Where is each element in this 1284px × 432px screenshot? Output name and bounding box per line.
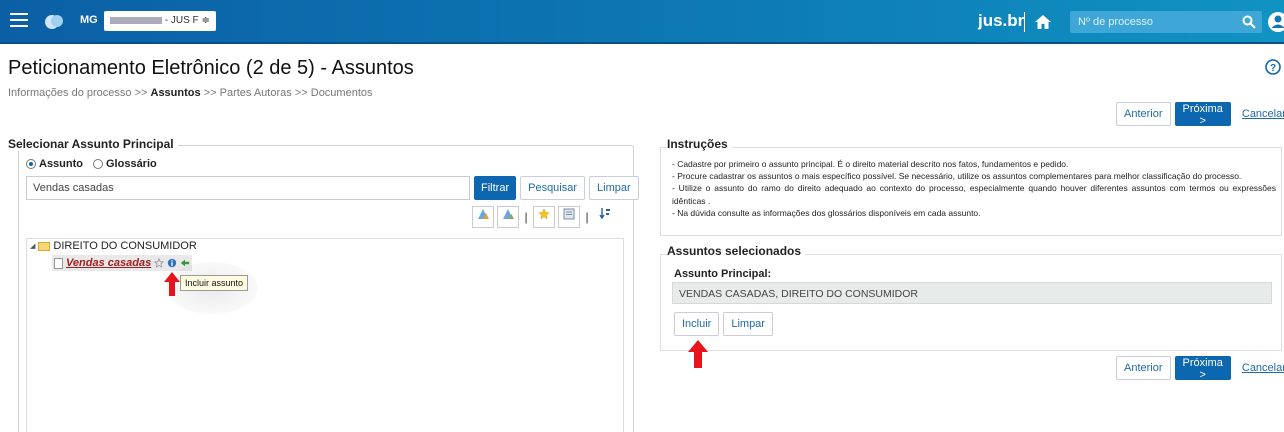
organization-select[interactable]: - JUS F ≑	[104, 11, 216, 31]
svg-text:?: ?	[1270, 63, 1276, 74]
state-label: MG	[80, 14, 98, 26]
tree-node-root[interactable]: ◢ DIREITO DO CONSUMIDOR	[30, 240, 197, 252]
page-title: Peticionamento Eletrônico (2 de 5) - Ass…	[8, 57, 414, 79]
redacted-text	[110, 16, 162, 24]
instruction-line: - Na dúvida consulte as informações dos …	[672, 207, 981, 218]
process-search	[1070, 11, 1262, 33]
selected-subjects-title: Assuntos selecionados	[667, 244, 806, 258]
breadcrumb: Informações do processo >> Assuntos >> P…	[8, 87, 373, 99]
favorites-icon[interactable]	[533, 206, 555, 228]
selected-subject-buttons: Incluir Limpar	[674, 312, 773, 336]
instruction-line: - Cadastre por primeiro o assunto princi…	[672, 159, 1069, 169]
logo-icon	[45, 15, 63, 29]
radio-subject[interactable]: Assunto	[26, 158, 83, 170]
subject-selector-legend: Selecionar Assunto Principal	[8, 137, 178, 151]
sort-icon[interactable]	[594, 206, 616, 228]
brand-logo[interactable]: jus.br	[978, 11, 1024, 31]
subject-search-input[interactable]	[26, 176, 470, 200]
menu-icon[interactable]	[10, 13, 28, 27]
top-bar: MG - JUS F ≑ jus.br	[0, 0, 1284, 44]
instruction-line: - Utilize o assunto do ramo do direito a…	[672, 183, 1276, 206]
previous-button[interactable]: Anterior	[1116, 356, 1171, 380]
previous-button[interactable]: Anterior	[1116, 102, 1171, 126]
annotation-arrow-icon	[688, 340, 708, 368]
info-icon[interactable]	[167, 258, 177, 268]
main-subject-value: VENDAS CASADAS, DIREITO DO CONSUMIDOR	[672, 282, 1272, 304]
radio-button[interactable]	[93, 159, 103, 169]
search-mode-radios: Assunto Glossário	[26, 158, 157, 170]
bottom-nav-buttons: Anterior Próxima > Cancelar	[1116, 356, 1284, 381]
next-button[interactable]: Próxima >	[1174, 356, 1231, 381]
user-icon[interactable]	[1267, 11, 1284, 33]
radio-glossary[interactable]: Glossário	[93, 158, 157, 170]
tree-child-label[interactable]: Vendas casadas	[66, 257, 151, 269]
clear-search-button[interactable]: Limpar	[589, 176, 639, 200]
top-nav-buttons: Anterior Próxima > Cancelar	[1116, 102, 1284, 127]
favorite-star-icon[interactable]	[154, 258, 165, 268]
breadcrumb-step-current: Assuntos	[150, 87, 201, 99]
next-button[interactable]: Próxima >	[1174, 102, 1231, 127]
help-icon[interactable]: ?	[1265, 59, 1281, 75]
tree-toolbar: | |	[472, 206, 616, 228]
toolbar-separator: |	[585, 210, 589, 224]
collapse-tree-icon[interactable]	[497, 206, 519, 228]
breadcrumb-step-4: Documentos	[310, 87, 373, 99]
cancel-button[interactable]: Cancelar	[1234, 356, 1284, 380]
search-button[interactable]: Pesquisar	[520, 176, 586, 200]
tree-node-child[interactable]: Vendas casadas	[52, 255, 193, 271]
breadcrumb-step-1: Informações do processo	[8, 87, 132, 99]
cancel-button[interactable]: Cancelar	[1234, 102, 1284, 126]
include-button[interactable]: Incluir	[674, 312, 720, 336]
home-icon[interactable]	[1034, 13, 1052, 31]
document-icon	[54, 257, 63, 269]
instruction-line: - Procure cadastrar os assuntos o mais e…	[672, 171, 1242, 182]
header-divider	[1024, 12, 1025, 32]
tree-root-label: DIREITO DO CONSUMIDOR	[53, 240, 197, 252]
toolbar-separator: |	[524, 210, 528, 224]
process-number-input[interactable]	[1070, 11, 1230, 33]
search-icon[interactable]	[1242, 15, 1256, 29]
filter-button[interactable]: Filtrar	[474, 176, 517, 200]
instructions-body: - Cadastre por primeiro o assunto princi…	[672, 158, 1276, 219]
main-subject-label: Assunto Principal:	[674, 268, 772, 280]
list-view-icon[interactable]	[558, 206, 580, 228]
instructions-title: Instruções	[667, 137, 732, 151]
search-buttons: Filtrar Pesquisar Limpar	[474, 176, 639, 200]
radio-button[interactable]	[26, 159, 36, 169]
annotation-arrow-icon	[164, 272, 180, 296]
include-subject-tooltip: Incluir assunto	[180, 275, 249, 291]
breadcrumb-step-3: Partes Autoras	[219, 87, 292, 99]
clear-selected-button[interactable]: Limpar	[723, 312, 773, 336]
expand-tree-icon[interactable]	[472, 206, 494, 228]
expand-arrow-icon[interactable]: ◢	[30, 242, 35, 250]
folder-icon	[38, 241, 51, 251]
